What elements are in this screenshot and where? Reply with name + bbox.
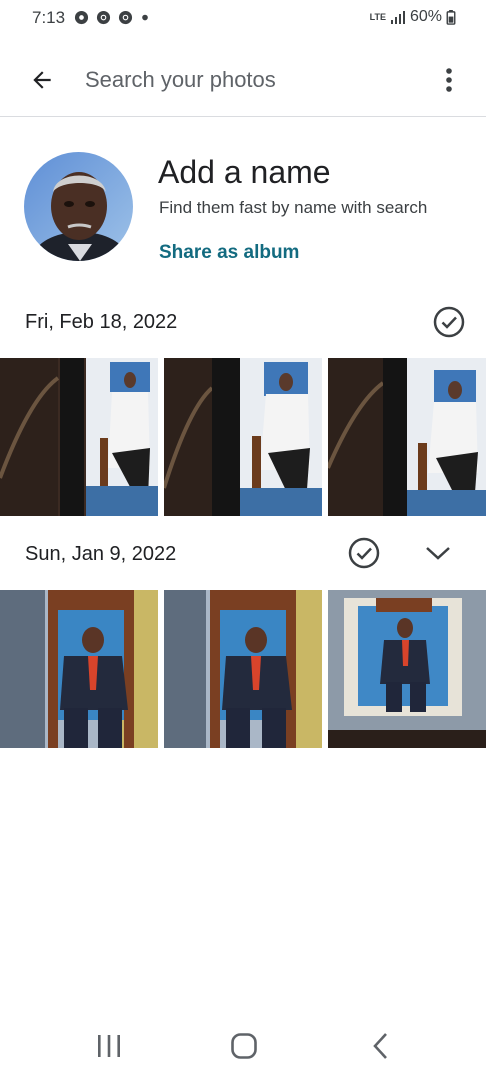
battery-icon — [446, 9, 456, 25]
share-as-album-button[interactable]: Share as album — [159, 242, 299, 264]
select-group-button[interactable] — [347, 536, 381, 570]
status-time: 7:13 — [32, 8, 66, 27]
home-icon — [231, 1033, 257, 1059]
photo-thumbnail[interactable] — [164, 358, 322, 516]
signal-icon — [390, 11, 405, 24]
recent-apps-icon — [98, 1035, 120, 1057]
photo-thumbnail[interactable] — [0, 590, 158, 748]
photo-thumbnail[interactable] — [164, 590, 322, 748]
check-circle-icon — [348, 537, 380, 569]
search-input[interactable] — [85, 64, 405, 96]
settings-gear-icon — [74, 10, 89, 25]
nav-back-icon — [373, 1033, 387, 1059]
photo-thumbnail[interactable] — [328, 590, 486, 748]
notification-dot-icon — [142, 14, 148, 21]
expand-group-button[interactable] — [421, 536, 455, 570]
network-type: LTE — [369, 11, 386, 22]
back-arrow-icon — [33, 71, 51, 89]
nav-back-button[interactable] — [356, 1026, 406, 1066]
chrome-icon — [118, 10, 133, 25]
home-button[interactable] — [219, 1026, 269, 1066]
date-header: Sun, Jan 9, 2022 — [25, 543, 177, 565]
photo-thumbnail[interactable] — [328, 358, 486, 516]
status-bar: 7:13 LTE 60% — [0, 0, 486, 36]
name-hint-text: Find them fast by name with search — [159, 198, 428, 217]
add-name-button[interactable]: Add a name — [158, 154, 331, 191]
date-header: Fri, Feb 18, 2022 — [25, 311, 178, 333]
status-notification-icons — [74, 10, 150, 25]
recent-apps-button[interactable] — [84, 1026, 134, 1066]
check-circle-icon — [433, 306, 465, 338]
chrome-icon — [96, 10, 111, 25]
more-options-button[interactable] — [434, 62, 464, 98]
battery-percent: 60% — [409, 8, 442, 25]
system-navigation-bar — [0, 1010, 486, 1080]
more-vert-icon — [446, 68, 452, 92]
face-avatar[interactable] — [24, 152, 133, 261]
chevron-down-icon — [426, 547, 450, 560]
photo-thumbnail[interactable] — [0, 358, 158, 516]
status-system-icons: LTE 60% — [370, 8, 456, 26]
select-group-button[interactable] — [432, 305, 466, 339]
back-button[interactable] — [22, 62, 62, 98]
app-bar — [0, 44, 486, 117]
